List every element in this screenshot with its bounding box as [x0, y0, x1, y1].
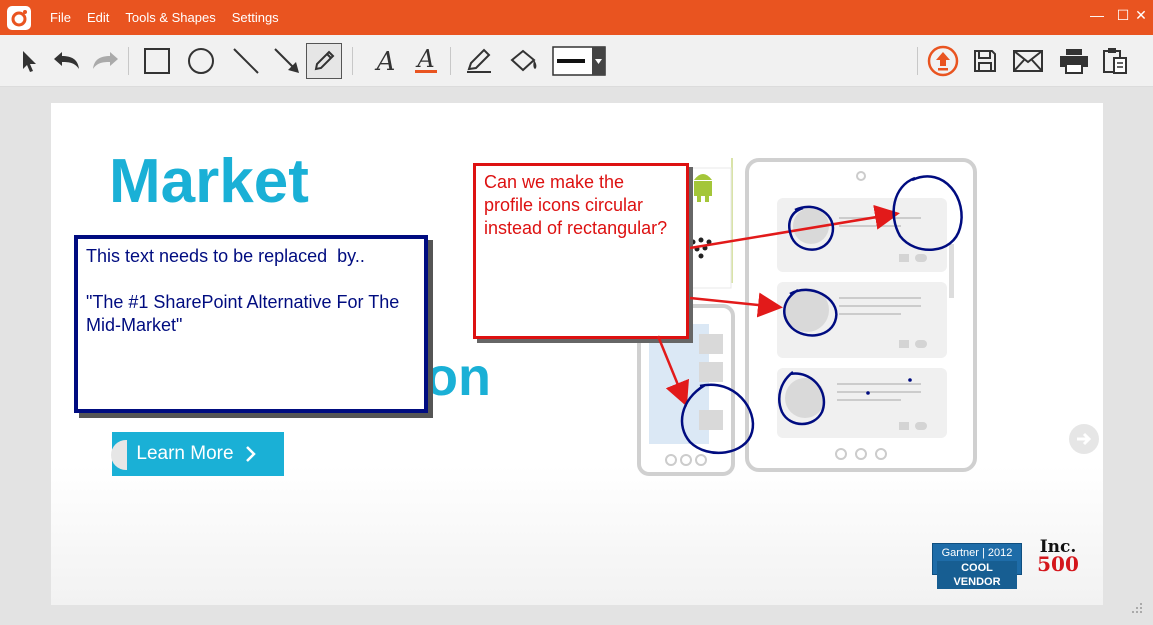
- inc500-badge: Inc. 500: [1036, 539, 1080, 579]
- text-color-button[interactable]: A: [408, 43, 444, 79]
- app-logo-icon: [7, 6, 31, 30]
- email-button[interactable]: [1010, 43, 1046, 79]
- gartner-badge-label: COOL VENDOR: [937, 561, 1017, 589]
- ellipse-tool-button[interactable]: [183, 43, 219, 79]
- undo-button[interactable]: [48, 43, 84, 79]
- text-tool-button[interactable]: A: [368, 43, 404, 79]
- menu-file[interactable]: File: [50, 10, 71, 25]
- arrow-right-icon: [1077, 432, 1092, 446]
- redo-button[interactable]: [88, 43, 124, 79]
- circle-icon: [188, 48, 214, 74]
- save-button[interactable]: [967, 43, 1003, 79]
- cursor-arrow-icon: [23, 51, 36, 72]
- clipboard-icon: [1103, 48, 1127, 74]
- text-color-icon: A: [415, 46, 437, 73]
- fill-tool-button[interactable]: [506, 43, 542, 79]
- highlighter-icon: [467, 48, 491, 73]
- annotation-note-red[interactable]: Can we make the profile icons circular i…: [473, 163, 689, 339]
- rectangle-tool-button[interactable]: [139, 43, 175, 79]
- line-icon: [233, 48, 259, 74]
- line-width-dropdown[interactable]: [552, 43, 606, 79]
- line-width-icon: [552, 46, 606, 76]
- toolbar-separator: [128, 47, 129, 75]
- redo-icon: [93, 52, 118, 69]
- title-bar: File Edit Tools & Shapes Settings — ☐ ✕: [0, 0, 1153, 35]
- fill-bucket-icon: [510, 49, 537, 72]
- chevron-right-icon: [245, 446, 256, 462]
- minimize-button[interactable]: —: [1084, 0, 1110, 30]
- toolbar-separator: [352, 47, 353, 75]
- menu-tools-shapes[interactable]: Tools & Shapes: [125, 10, 215, 25]
- upload-icon: [927, 45, 959, 77]
- inc500-number: 500: [1037, 552, 1079, 576]
- select-tool-button[interactable]: [10, 43, 46, 79]
- pencil-tool-button[interactable]: [306, 43, 342, 79]
- upload-button[interactable]: [925, 43, 961, 79]
- rectangle-icon: [144, 48, 170, 74]
- toolbar-separator: [917, 47, 918, 75]
- print-button[interactable]: [1056, 43, 1092, 79]
- hero-subline-tail: on: [425, 347, 491, 407]
- envelope-icon: [1013, 50, 1043, 72]
- menu-settings[interactable]: Settings: [232, 10, 279, 25]
- arrow-icon: [274, 48, 299, 73]
- annotation-note-blue[interactable]: This text needs to be replaced by.. "The…: [74, 235, 428, 413]
- resize-grip-icon[interactable]: [1129, 600, 1143, 614]
- save-icon: [974, 50, 996, 72]
- learn-more-label: Learn More: [136, 443, 234, 464]
- printer-icon: [1060, 49, 1088, 74]
- pencil-icon: [314, 50, 335, 71]
- toolbar: A A: [0, 35, 1153, 87]
- menu-edit[interactable]: Edit: [87, 10, 109, 25]
- carousel-next-arrow[interactable]: [1069, 424, 1099, 454]
- arrow-tool-button[interactable]: [269, 43, 305, 79]
- undo-icon: [54, 52, 79, 69]
- close-button[interactable]: ✕: [1128, 0, 1153, 30]
- learn-more-button[interactable]: Learn More: [112, 432, 284, 476]
- clipboard-button[interactable]: [1097, 43, 1133, 79]
- gartner-badge-year: Gartner | 2012: [941, 547, 1013, 559]
- text-icon: A: [375, 47, 396, 75]
- line-tool-button[interactable]: [228, 43, 264, 79]
- gartner-badge: Gartner | 2012 COOL VENDOR: [932, 543, 1022, 589]
- toolbar-separator: [450, 47, 451, 75]
- menu-bar: File Edit Tools & Shapes Settings: [50, 0, 295, 35]
- highlighter-tool-button[interactable]: [461, 43, 497, 79]
- svg-text:A: A: [375, 47, 396, 75]
- svg-text:A: A: [415, 46, 434, 73]
